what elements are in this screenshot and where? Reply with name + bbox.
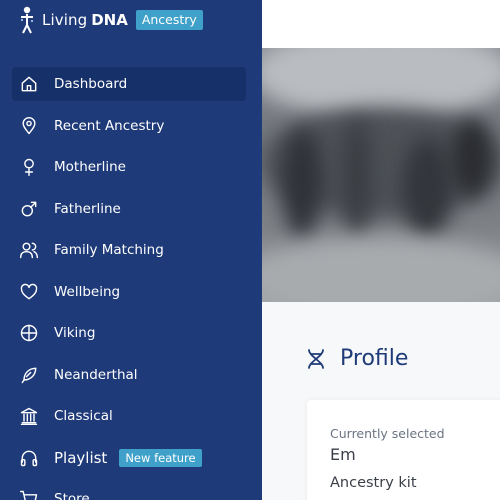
cart-icon (18, 488, 40, 500)
classical-building-icon (18, 405, 40, 427)
brand-tag: Ancestry (135, 10, 203, 30)
sidebar-item-label: Store (54, 491, 90, 500)
sidebar-item-label: Classical (54, 408, 113, 424)
living-dna-logo-icon (20, 6, 34, 34)
sidebar-item-fatherline[interactable]: Fatherline (12, 192, 246, 226)
sidebar-item-label: Family Matching (54, 242, 164, 258)
female-symbol-icon (18, 156, 40, 178)
sidebar-item-label: Playlist (54, 448, 108, 467)
sidebar-item-label: Dashboard (54, 76, 128, 92)
sidebar-item-motherline[interactable]: Motherline (12, 150, 246, 184)
brand-dna: DNA (91, 11, 128, 29)
sidebar-item-label: Motherline (54, 159, 126, 175)
kit-type: Ancestry kit (330, 475, 417, 491)
users-icon (18, 239, 40, 261)
sidebar-item-neanderthal[interactable]: Neanderthal (12, 358, 246, 392)
sidebar-item-playlist[interactable]: Playlist New feature (12, 441, 246, 475)
profile-header: Profile (306, 346, 408, 371)
sidebar-item-recent-ancestry[interactable]: Recent Ancestry (12, 109, 246, 143)
sidebar-item-label: Viking (54, 325, 96, 341)
heart-icon (18, 281, 40, 303)
male-symbol-icon (18, 198, 40, 220)
brand-logo[interactable]: Living DNA Ancestry (16, 4, 203, 36)
location-pin-icon (18, 115, 40, 137)
headphones-icon (18, 447, 40, 469)
home-icon (18, 73, 40, 95)
profile-name: Em (330, 445, 356, 464)
sidebar-item-family-matching[interactable]: Family Matching (12, 233, 246, 267)
feather-icon (18, 364, 40, 386)
profile-card[interactable]: Currently selected Em Ancestry kit (307, 400, 500, 500)
top-bar (262, 0, 500, 48)
new-feature-badge: New feature (119, 448, 202, 467)
sidebar-item-store[interactable]: Store (12, 482, 246, 500)
sidebar-nav: Dashboard Recent Ancestry Motherline Fat… (12, 67, 246, 500)
currently-selected-label: Currently selected (330, 426, 445, 441)
sidebar: Living DNA Ancestry Dashboard Recent Anc… (0, 0, 262, 500)
dna-icon (308, 348, 324, 369)
sidebar-item-label: Fatherline (54, 200, 121, 217)
sidebar-item-label: Wellbeing (54, 283, 121, 300)
sidebar-item-dashboard[interactable]: Dashboard (12, 67, 246, 101)
hero-image (262, 48, 500, 302)
viking-shield-icon (18, 322, 40, 344)
sidebar-item-label: Neanderthal (54, 366, 138, 383)
brand-living: Living (42, 11, 88, 29)
sidebar-item-classical[interactable]: Classical (12, 399, 246, 433)
sidebar-item-label: Recent Ancestry (54, 117, 165, 134)
sidebar-item-wellbeing[interactable]: Wellbeing (12, 275, 246, 309)
page-title: Profile (340, 346, 409, 371)
sidebar-item-viking[interactable]: Viking (12, 316, 246, 350)
